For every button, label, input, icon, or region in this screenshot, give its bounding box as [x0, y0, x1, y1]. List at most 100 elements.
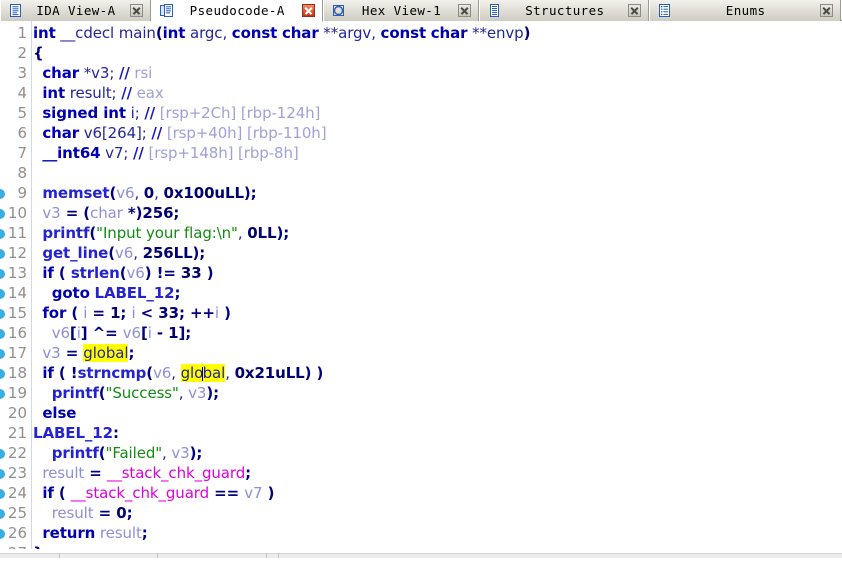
tab-enums[interactable]: Enums [649, 0, 841, 21]
code-line[interactable]: 19 printf("Success", v3); [0, 383, 842, 403]
code-token: strlen [70, 264, 120, 282]
code-token: , [133, 244, 143, 262]
code-token: rsi [129, 64, 153, 82]
code-token: ; [173, 204, 180, 222]
code-line[interactable]: 22 printf("Failed", v3); [0, 443, 842, 463]
code-line-text[interactable]: int __cdecl main(int argc, const char **… [33, 23, 530, 43]
code-token: ); [206, 384, 220, 402]
status-bar-separator [157, 553, 158, 558]
code-line-text[interactable]: signed int i; // [rsp+2Ch] [rbp-124h] [33, 103, 320, 123]
code-line[interactable]: 7 __int64 v7; // [rsp+148h] [rbp-8h] [0, 143, 842, 163]
code-line-text[interactable]: get_line(v6, 256LL); [33, 243, 205, 263]
code-line[interactable]: 25 result = 0; [0, 503, 842, 523]
code-line[interactable]: 21 LABEL_12: [0, 423, 842, 443]
code-line[interactable]: 16 v6[i] ^= v6[i - 1]; [0, 323, 842, 343]
line-number: 25 [7, 504, 27, 522]
code-line-text[interactable]: printf("Success", v3); [33, 383, 219, 403]
code-line-text[interactable]: { [33, 43, 44, 63]
close-icon[interactable] [301, 4, 315, 17]
tab-pseudocode-a[interactable]: Pseudocode-A [150, 0, 323, 22]
code-token: 1 [168, 324, 179, 342]
close-icon[interactable] [628, 4, 642, 17]
code-line-list[interactable]: 1 int __cdecl main(int argc, const char *… [0, 23, 842, 558]
code-line[interactable]: 18 if ( !strncmp(v6, global, 0x21uLL) ) [0, 363, 842, 383]
code-line-text[interactable]: char v6[264]; // [rsp+40h] [rbp-110h] [33, 123, 326, 143]
code-token: [ [69, 324, 77, 342]
line-number: 17 [7, 344, 27, 362]
tab-hex-view-1[interactable]: Hex View-1 [322, 0, 480, 21]
code-line-text[interactable]: for ( i = 1; i < 33; ++i ) [33, 303, 231, 323]
code-line[interactable]: 3 char *v3; // rsi [0, 63, 842, 83]
code-token: v6[264]; [79, 124, 152, 142]
code-line[interactable]: 10 v3 = (char *)256; [0, 203, 842, 223]
tab-structures[interactable]: Structures [479, 0, 650, 21]
code-line[interactable]: 4 int result; // eax [0, 83, 842, 103]
close-icon[interactable] [458, 4, 472, 17]
code-line-text[interactable]: if ( strlen(v6) != 33 ) [33, 263, 213, 283]
code-line[interactable]: 12 get_line(v6, 256LL); [0, 243, 842, 263]
code-line[interactable]: 1 int __cdecl main(int argc, const char *… [0, 23, 842, 43]
code-token: v6 [116, 184, 135, 202]
code-line[interactable]: 20 else [0, 403, 842, 423]
code-token: , [171, 364, 181, 382]
code-line[interactable]: 26 return result; [0, 523, 842, 543]
tab-ida-view-a[interactable]: IDA View-A [0, 0, 151, 21]
code-token: , [225, 364, 235, 382]
code-line-text[interactable]: int result; // eax [33, 83, 163, 103]
code-line-text[interactable]: return result; [33, 523, 147, 543]
code-line[interactable]: 8 [0, 163, 842, 183]
line-number: 16 [7, 324, 27, 342]
code-line-text[interactable]: else [33, 403, 76, 423]
code-line[interactable]: 24 if ( __stack_chk_guard == v7 ) [0, 483, 842, 503]
code-line-text[interactable]: if ( __stack_chk_guard == v7 ) [33, 483, 274, 503]
code-line[interactable]: 11 printf("Input your flag:\n", 0LL); [0, 223, 842, 243]
code-token: return [42, 524, 96, 542]
code-token: const [231, 24, 278, 42]
code-token: 256LL [142, 244, 193, 262]
code-line[interactable]: 17 v3 = global; [0, 343, 842, 363]
line-number: 11 [7, 224, 27, 242]
code-line[interactable]: 2{ [0, 43, 842, 63]
code-line-text[interactable]: v3 = global; [33, 343, 134, 363]
code-line[interactable]: 6 char v6[264]; // [rsp+40h] [rbp-110h] [0, 123, 842, 143]
code-token: 0x21uLL [234, 364, 305, 382]
code-token: , [162, 444, 172, 462]
code-token: v6 [153, 364, 172, 382]
code-line[interactable]: 23 result = __stack_chk_guard; [0, 463, 842, 483]
code-token: char [90, 204, 123, 222]
code-line[interactable]: 14 goto LABEL_12; [0, 283, 842, 303]
code-line-text[interactable]: __int64 v7; // [rsp+148h] [rbp-8h] [33, 143, 298, 163]
code-line-text[interactable]: goto LABEL_12; [33, 283, 181, 303]
code-token: __stack_chk_guard [106, 464, 246, 482]
code-line[interactable]: 13 if ( strlen(v6) != 33 ) [0, 263, 842, 283]
code-line-text[interactable]: result = __stack_chk_guard; [33, 463, 251, 483]
code-line-text[interactable]: result = 0; [33, 503, 133, 523]
code-token: printf [51, 444, 99, 462]
code-line-text[interactable]: memset(v6, 0, 0x100uLL); [33, 183, 256, 203]
code-token: const [380, 24, 427, 42]
close-icon[interactable] [129, 4, 143, 17]
code-line-text[interactable]: printf("Input your flag:\n", 0LL); [33, 223, 289, 243]
code-line-text[interactable]: if ( !strncmp(v6, global, 0x21uLL) ) [33, 363, 323, 383]
close-icon[interactable] [820, 4, 833, 17]
status-bar [0, 549, 842, 558]
code-token: == [209, 484, 245, 502]
code-line[interactable]: 5 signed int i; // [rsp+2Ch] [rbp-124h] [0, 103, 842, 123]
pseudocode-editor[interactable]: 1 int __cdecl main(int argc, const char *… [0, 21, 842, 558]
code-line[interactable]: 9 memset(v6, 0, 0x100uLL); [0, 183, 842, 203]
status-bar-separator [266, 553, 267, 558]
highlighted-token: bal [202, 364, 226, 382]
code-line-text[interactable]: LABEL_12: [33, 423, 119, 443]
line-number: 3 [17, 64, 27, 82]
code-line-text[interactable]: v6[i] ^= v6[i - 1]; [33, 323, 192, 343]
code-line-text[interactable]: printf("Failed", v3); [33, 443, 203, 463]
code-line[interactable]: 15 for ( i = 1; i < 33; ++i ) [0, 303, 842, 323]
code-token: char [42, 124, 80, 142]
code-token: 0x100uLL [163, 184, 244, 202]
code-token: 33 [158, 304, 179, 322]
code-line-text[interactable]: v3 = (char *)256; [33, 203, 179, 223]
code-line-text[interactable]: char *v3; // rsi [33, 63, 152, 83]
code-token: v3 [171, 444, 190, 462]
